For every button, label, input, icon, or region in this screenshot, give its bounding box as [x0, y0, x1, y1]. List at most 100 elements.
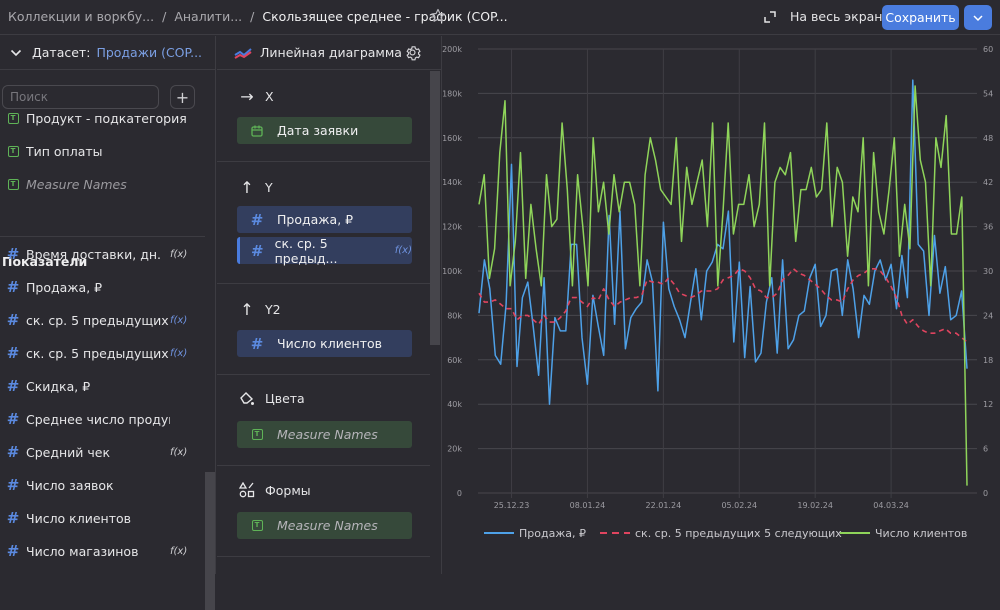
- section-y-title: ↑ Y: [237, 178, 273, 197]
- measure-icon: #: [250, 334, 264, 353]
- measure-item[interactable]: # Число магазинов f(x): [0, 540, 200, 562]
- save-options-button[interactable]: [964, 5, 992, 30]
- chip-label: Дата заявки: [277, 123, 359, 138]
- y-tick-label: 40k: [447, 400, 462, 409]
- breadcrumb-item-collections[interactable]: Коллекции и воркбу...: [8, 9, 154, 24]
- y-field-chip-selected[interactable]: # ск. ср. 5 предыд... f(x): [237, 236, 412, 266]
- dimension-item[interactable]: T Тип оплаты: [0, 140, 200, 162]
- y-tick-label: 80k: [447, 311, 462, 320]
- chip-label: Measure Names: [277, 427, 378, 442]
- section-label: Формы: [265, 482, 311, 498]
- measure-item[interactable]: # Скидка, ₽: [0, 375, 200, 397]
- gear-icon[interactable]: [404, 44, 421, 61]
- y2-tick-label: 18: [983, 356, 993, 365]
- line-chart[interactable]: 0 20k 40k 60k 80k 100k 120k 140k 160k 180k 200k 0 6 1…: [442, 36, 1000, 574]
- section-colors-title: Цвета: [237, 391, 305, 406]
- field-name: Measure Names: [26, 176, 127, 192]
- measure-icon: #: [6, 245, 20, 263]
- formula-icon: f(x): [170, 314, 188, 326]
- text-type-icon: T: [7, 145, 19, 157]
- measure-item[interactable]: # Среднее число продукто...: [0, 408, 200, 430]
- shapes-field-chip[interactable]: T Measure Names: [237, 512, 412, 539]
- x-tick-label: 19.02.24: [797, 501, 833, 510]
- measure-item[interactable]: # Число клиентов: [0, 507, 200, 529]
- y-tick-label: 120k: [442, 223, 462, 232]
- visualization-panel: Линейная диаграмма → X Дата заявки ↑ Y #…: [217, 36, 441, 574]
- measure-icon: #: [6, 443, 20, 461]
- x-tick-label: 04.03.24: [873, 501, 909, 510]
- y-tick-label: 60k: [447, 356, 462, 365]
- measure-icon: #: [6, 344, 20, 362]
- y-tick-label: 0: [457, 489, 462, 498]
- measure-item[interactable]: # Средний чек f(x): [0, 441, 200, 463]
- field-name: Число клиентов: [26, 510, 131, 526]
- visualization-scrollbar[interactable]: [430, 71, 441, 574]
- section-x-title: → X: [237, 87, 274, 106]
- measure-item[interactable]: # ск. ср. 5 предыдущих... f(x): [0, 342, 200, 364]
- measure-item[interactable]: # ск. ср. 5 предыдущих f(x): [0, 309, 200, 331]
- scrollbar-thumb[interactable]: [430, 71, 440, 345]
- dataset-label: Датасет:: [32, 45, 91, 60]
- measure-icon: #: [6, 311, 20, 329]
- chart-type-selector[interactable]: Линейная диаграмма: [217, 36, 441, 70]
- section-label: Y: [265, 180, 273, 195]
- legend-item[interactable]: ск. ср. 5 предыдущих 5 следующих: [600, 527, 842, 540]
- chart-type-label: Линейная диаграмма: [260, 45, 402, 60]
- field-name: Скидка, ₽: [26, 378, 91, 394]
- save-button[interactable]: Сохранить: [882, 5, 959, 30]
- section-colors: Цвета T Measure Names: [217, 375, 430, 466]
- dataset-name[interactable]: Продажи (COP...: [96, 45, 202, 60]
- y-tick-label: 20k: [447, 445, 462, 454]
- x-tick-label: 25.12.23: [494, 501, 530, 510]
- y2-tick-label: 36: [983, 223, 993, 232]
- legend-item[interactable]: Продажа, ₽: [484, 527, 586, 540]
- text-type-icon: T: [251, 520, 263, 531]
- section-label: X: [265, 89, 274, 104]
- legend-item[interactable]: Число клиентов: [840, 527, 967, 540]
- field-name: ск. ср. 5 предыдущих: [26, 312, 169, 328]
- dataset-panel: Датасет: Продажи (COP... Поиск + T Проду…: [0, 36, 216, 610]
- fullscreen-button[interactable]: На весь экран: [764, 9, 882, 24]
- dataset-scrollbar[interactable]: [205, 472, 215, 610]
- arrow-up-icon: ↑: [240, 178, 254, 197]
- breadcrumb-item-current: Скользящее среднее - график (COP...: [262, 9, 508, 24]
- dimension-item[interactable]: T Продукт - подкатегория: [0, 107, 200, 129]
- colors-field-chip[interactable]: T Measure Names: [237, 421, 412, 448]
- field-name: Продажа, ₽: [26, 279, 103, 295]
- star-icon[interactable]: [430, 7, 446, 25]
- breadcrumb-item-analytics[interactable]: Аналити...: [174, 9, 242, 24]
- y2-tick-label: 0: [983, 489, 988, 498]
- formula-icon: f(x): [170, 347, 188, 359]
- legend-label: Число клиентов: [875, 527, 967, 540]
- chart-area: 0 20k 40k 60k 80k 100k 120k 140k 160k 180k 200k 0 6 1…: [441, 36, 1000, 574]
- x-field-chip[interactable]: Дата заявки: [237, 117, 412, 144]
- line-chart-icon: [234, 47, 252, 59]
- dataset-header[interactable]: Датасет: Продажи (COP...: [0, 36, 215, 70]
- expand-icon: [764, 10, 776, 23]
- field-name: ск. ср. 5 предыдущих...: [26, 345, 170, 361]
- add-field-button[interactable]: +: [170, 85, 195, 109]
- chevron-down-icon[interactable]: [10, 49, 22, 57]
- y-tick-label: 100k: [442, 267, 462, 276]
- section-y2-title: ↑ Y2: [237, 300, 280, 319]
- field-name: Продукт - подкатегория: [26, 110, 187, 126]
- top-bar: Коллекции и воркбу... / Аналити... / Скользя…: [0, 0, 1000, 35]
- measure-icon: #: [251, 241, 264, 260]
- dimension-item[interactable]: T Measure Names: [0, 173, 200, 195]
- measure-item[interactable]: # Время доставки, дн. f(x): [0, 243, 200, 265]
- y-tick-label: 180k: [442, 89, 462, 98]
- y2-field-chip[interactable]: # Число клиентов: [237, 330, 412, 357]
- x-tick-label: 22.01.24: [646, 501, 682, 510]
- paint-bucket-icon: [240, 392, 254, 405]
- section-x: → X Дата заявки: [217, 71, 430, 162]
- section-label: Цвета: [265, 391, 305, 406]
- y2-tick-label: 48: [983, 134, 993, 143]
- y2-tick-label: 6: [983, 445, 988, 454]
- y-field-chip[interactable]: # Продажа, ₽: [237, 206, 412, 233]
- chip-label: Продажа, ₽: [277, 212, 354, 227]
- fullscreen-label: На весь экран: [790, 9, 883, 24]
- field-name: Тип оплаты: [26, 143, 103, 159]
- measure-item[interactable]: # Число заявок: [0, 474, 200, 496]
- field-search-input[interactable]: Поиск: [2, 85, 159, 109]
- measure-item[interactable]: # Продажа, ₽: [0, 276, 200, 298]
